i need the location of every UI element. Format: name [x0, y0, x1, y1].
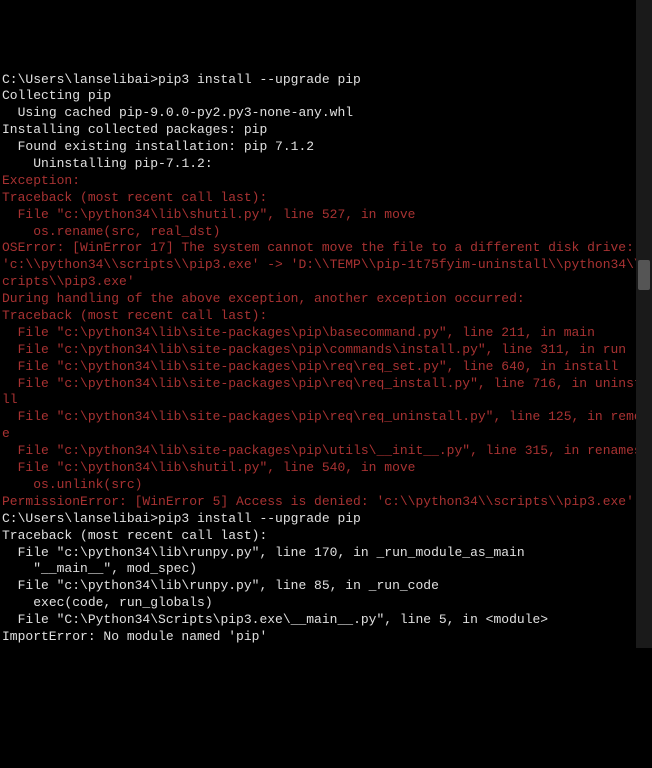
- terminal-output: C:\Users\lanselibai>pip3 install --upgra…: [0, 68, 652, 650]
- terminal-line: File "c:\python34\lib\site-packages\pip\…: [2, 342, 650, 359]
- terminal-line: File "c:\python34\lib\shutil.py", line 5…: [2, 207, 650, 224]
- terminal-line: Found existing installation: pip 7.1.2: [2, 139, 650, 156]
- terminal-line: Traceback (most recent call last):: [2, 308, 650, 325]
- terminal-line: File "c:\python34\lib\shutil.py", line 5…: [2, 460, 650, 477]
- terminal-line: Traceback (most recent call last):: [2, 528, 650, 545]
- terminal-line: os.rename(src, real_dst): [2, 224, 650, 241]
- scrollbar[interactable]: [636, 0, 652, 648]
- terminal-line: File "C:\Python34\Scripts\pip3.exe\__mai…: [2, 612, 650, 629]
- terminal-line: During handling of the above exception, …: [2, 291, 650, 308]
- terminal-line: OSError: [WinError 17] The system cannot…: [2, 240, 650, 291]
- terminal-line: C:\Users\lanselibai>pip3 install --upgra…: [2, 72, 650, 89]
- terminal-line: Using cached pip-9.0.0-py2.py3-none-any.…: [2, 105, 650, 122]
- terminal-line: File "c:\python34\lib\runpy.py", line 85…: [2, 578, 650, 595]
- terminal-line: PermissionError: [WinError 5] Access is …: [2, 494, 650, 511]
- terminal-line: File "c:\python34\lib\site-packages\pip\…: [2, 409, 650, 443]
- terminal-line: exec(code, run_globals): [2, 595, 650, 612]
- terminal-line: Exception:: [2, 173, 650, 190]
- terminal-line: File "c:\python34\lib\site-packages\pip\…: [2, 325, 650, 342]
- terminal-line: Collecting pip: [2, 88, 650, 105]
- terminal-line: File "c:\python34\lib\site-packages\pip\…: [2, 443, 650, 460]
- terminal-line: Uninstalling pip-7.1.2:: [2, 156, 650, 173]
- terminal-line: File "c:\python34\lib\site-packages\pip\…: [2, 359, 650, 376]
- terminal-line: Installing collected packages: pip: [2, 122, 650, 139]
- terminal-line: C:\Users\lanselibai>pip3 install --upgra…: [2, 511, 650, 528]
- terminal-line: File "c:\python34\lib\runpy.py", line 17…: [2, 545, 650, 562]
- scrollbar-thumb[interactable]: [638, 260, 650, 290]
- terminal-line: os.unlink(src): [2, 477, 650, 494]
- terminal-line: "__main__", mod_spec): [2, 561, 650, 578]
- terminal-line: Traceback (most recent call last):: [2, 190, 650, 207]
- terminal-line: File "c:\python34\lib\site-packages\pip\…: [2, 376, 650, 410]
- terminal-line: ImportError: No module named 'pip': [2, 629, 650, 646]
